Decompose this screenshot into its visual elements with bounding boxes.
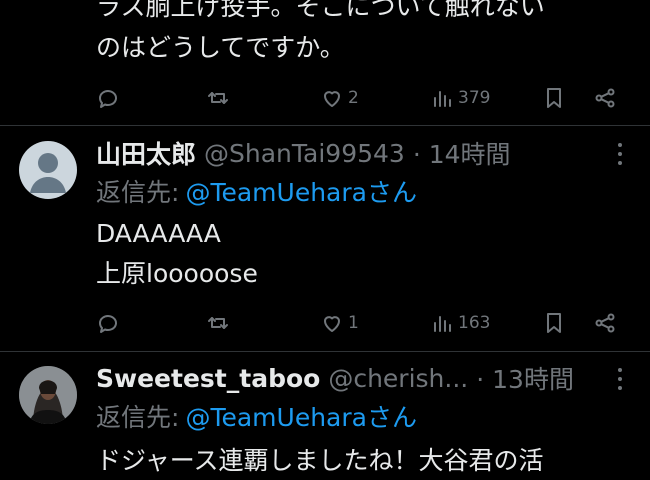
bookmark-button[interactable] <box>542 309 566 337</box>
like-button[interactable]: 2 <box>320 84 359 112</box>
like-icon <box>324 91 340 107</box>
tweet-text-line: ラス胴上げ投手。そこについて触れない <box>96 0 545 21</box>
avatar[interactable] <box>19 141 77 199</box>
more-icon[interactable] <box>612 143 628 165</box>
tweet-text-line: ドジャース連覇しましたね！大谷君の活 <box>96 446 544 475</box>
tweet-actions: 1 163 <box>96 309 626 337</box>
retweet-button[interactable] <box>206 84 230 112</box>
views-icon <box>434 316 451 332</box>
like-icon <box>324 316 340 332</box>
reply-icon <box>99 315 117 333</box>
replying-to: 返信先: @TeamUeharaさん <box>96 399 417 433</box>
like-count: 2 <box>348 88 359 108</box>
user-photo-avatar <box>19 366 77 424</box>
reply-button[interactable] <box>96 309 120 337</box>
bookmark-icon <box>547 313 561 333</box>
retweet-icon <box>208 317 228 329</box>
tweet-text-line: DAAAAAA <box>96 219 221 248</box>
retweet-icon <box>208 92 228 104</box>
tweet-header: 山田太郎 @ShanTai99543 · 14時間 <box>96 136 511 170</box>
views-icon <box>434 91 451 107</box>
tweet-header: Sweetest_taboo @cherish... · 13時間 <box>96 361 574 395</box>
reply-to-link[interactable]: @TeamUeharaさん <box>185 173 417 209</box>
reply-button[interactable] <box>96 84 120 112</box>
share-icon <box>595 313 615 333</box>
share-icon <box>595 88 615 108</box>
retweet-button[interactable] <box>206 309 230 337</box>
like-count: 1 <box>348 313 359 333</box>
reply-label: 返信先: <box>96 178 180 207</box>
like-button[interactable]: 1 <box>320 309 359 337</box>
timestamp[interactable]: · 14時間 <box>413 135 511 171</box>
views-count: 379 <box>458 88 491 108</box>
user-handle[interactable]: @cherish... <box>328 364 468 393</box>
views-button[interactable]: 379 <box>430 84 490 112</box>
avatar[interactable] <box>19 366 77 424</box>
default-avatar-icon <box>30 153 66 193</box>
display-name[interactable]: Sweetest_taboo <box>96 364 320 393</box>
tweet-text-line: のはどうしてですか。 <box>96 33 345 62</box>
timestamp[interactable]: · 13時間 <box>476 360 574 396</box>
bookmark-icon <box>547 88 561 108</box>
reply-label: 返信先: <box>96 403 180 432</box>
user-handle[interactable]: @ShanTai99543 <box>204 139 405 168</box>
reply-icon <box>99 90 117 108</box>
divider <box>0 351 650 352</box>
bookmark-button[interactable] <box>542 84 566 112</box>
divider <box>0 125 650 126</box>
display-name[interactable]: 山田太郎 <box>96 135 196 171</box>
reply-to-link[interactable]: @TeamUeharaさん <box>185 398 417 434</box>
more-icon[interactable] <box>612 368 628 390</box>
views-button[interactable]: 163 <box>430 309 490 337</box>
tweet-actions: 2 379 <box>96 84 626 112</box>
tweet-text-line: 上原looooose <box>96 259 258 288</box>
share-button[interactable] <box>593 309 617 337</box>
views-count: 163 <box>458 313 491 333</box>
replying-to: 返信先: @TeamUeharaさん <box>96 174 417 208</box>
share-button[interactable] <box>593 84 617 112</box>
